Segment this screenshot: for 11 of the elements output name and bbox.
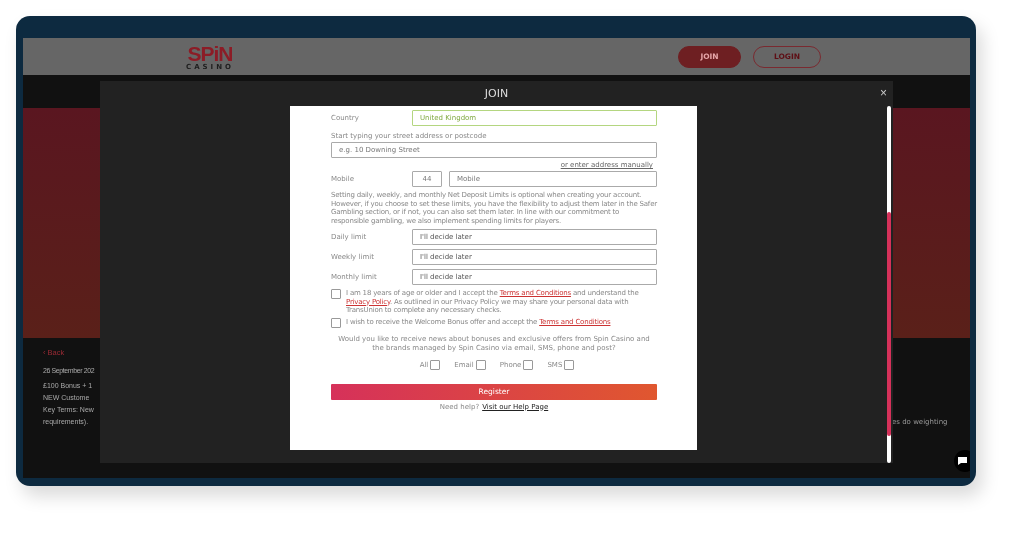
chat-button[interactable] <box>954 450 970 472</box>
chat-icon <box>958 457 967 465</box>
checkbox[interactable] <box>475 359 486 370</box>
checkbox[interactable] <box>331 317 341 328</box>
checkbox[interactable] <box>430 359 441 370</box>
checkbox[interactable] <box>564 359 575 370</box>
close-button[interactable]: × <box>878 86 889 100</box>
checkbox[interactable] <box>331 289 341 299</box>
scrollbar[interactable] <box>887 106 891 463</box>
checkbox[interactable] <box>523 359 534 370</box>
dialog-title: JOIN <box>484 87 509 100</box>
